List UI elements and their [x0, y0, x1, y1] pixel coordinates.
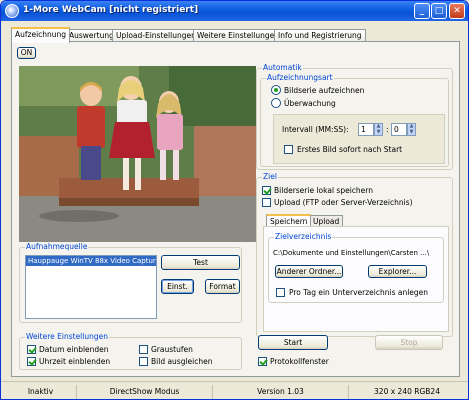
- format-button[interactable]: Format: [205, 279, 240, 294]
- uhrzeit-checkbox[interactable]: [27, 357, 36, 366]
- close-button[interactable]: ✕: [449, 3, 465, 19]
- camera-preview: [19, 66, 256, 242]
- graustufen-label: Graustufen: [151, 345, 193, 354]
- datum-checkbox[interactable]: [27, 345, 36, 354]
- target-path: C:\Dokumente und Einstellungen\Carsten .…: [273, 249, 430, 257]
- bild-ausgleichen-label: Bild ausgleichen: [151, 357, 213, 366]
- automatik-title: Automatik: [262, 63, 303, 73]
- pro-tag-label: Pro Tag ein Unterverzeichnis anlegen: [289, 288, 429, 297]
- device-list[interactable]: Hauppauge WinTV 88x Video Capture: [25, 255, 157, 319]
- source-group-title: Aufnahmequelle: [25, 242, 89, 252]
- bildserie-radio[interactable]: [271, 85, 281, 95]
- protokoll-label: Protokollfenster: [270, 357, 329, 366]
- aufzeichnungsart-title: Aufzeichnungsart: [266, 73, 334, 83]
- spin-down-icon[interactable]: ▼: [375, 129, 382, 136]
- more-settings-group: Weitere Einstellungen Datum einblenden U…: [19, 332, 242, 370]
- zielverzeichnis-title: Zielverzeichnis: [274, 232, 333, 242]
- explorer-button[interactable]: Explorer...: [368, 265, 427, 278]
- test-button[interactable]: Test: [161, 255, 240, 270]
- minimize-button[interactable]: _: [414, 3, 430, 19]
- colon-separator: :: [386, 125, 389, 134]
- erstes-bild-checkbox[interactable]: [284, 145, 293, 154]
- interval-minutes-input[interactable]: 1: [358, 123, 374, 136]
- lokal-checkbox[interactable]: [262, 186, 271, 195]
- seconds-spinner[interactable]: ▲ ▼: [407, 123, 416, 136]
- bild-ausgleichen-checkbox[interactable]: [139, 357, 148, 366]
- tab-speichern[interactable]: Speichern: [266, 214, 312, 226]
- automatik-group: Automatik Aufzeichnungsart Bildserie auf…: [256, 63, 453, 170]
- bildserie-label: Bildserie aufzeichnen: [284, 86, 365, 95]
- tab-aufzeichnung[interactable]: Aufzeichnung: [11, 27, 71, 43]
- speichern-panel: Zielverzeichnis C:\Dokumente und Einstel…: [263, 226, 449, 332]
- aufzeichnungsart-group: Aufzeichnungsart Bildserie aufzeichnen Ü…: [260, 73, 449, 167]
- ueberwachung-label: Überwachung: [284, 99, 336, 108]
- upload-checkbox[interactable]: [262, 198, 271, 207]
- intervall-label: Intervall (MM:SS):: [282, 125, 349, 134]
- stop-button[interactable]: Stop: [375, 335, 443, 350]
- source-group: Aufnahmequelle Hauppauge WinTV 88x Video…: [19, 242, 242, 323]
- device-list-item[interactable]: Hauppauge WinTV 88x Video Capture: [26, 256, 156, 266]
- window-title: 1-More WebCam [nicht registriert]: [23, 5, 199, 15]
- anderer-ordner-button[interactable]: Anderer Ordner...: [275, 265, 343, 278]
- graustufen-checkbox[interactable]: [139, 345, 148, 354]
- intervall-box: Intervall (MM:SS): 1 ▲ ▼ : 0 ▲ ▼ Erstes Bi…: [273, 114, 445, 164]
- lokal-label: Bilderserie lokal speichern: [274, 186, 373, 195]
- status-state: Inaktiv: [5, 385, 77, 399]
- status-version: Version 1.03: [213, 385, 349, 399]
- status-mode: DirectShow Modus: [77, 385, 213, 399]
- uhrzeit-label: Uhrzeit einblenden: [39, 357, 111, 366]
- erstes-bild-label: Erstes Bild sofort nach Start: [297, 145, 403, 154]
- zielverzeichnis-group: Zielverzeichnis C:\Dokumente und Einstel…: [268, 232, 444, 303]
- tab-panel: ON Aufnahmequelle Hauppauge WinTV 88x Vi…: [11, 41, 460, 377]
- ziel-title: Ziel: [262, 172, 278, 182]
- ueberwachung-radio[interactable]: [271, 98, 281, 108]
- webcam-app-icon: [5, 4, 19, 18]
- ziel-group: Ziel Bilderserie lokal speichern Upload …: [256, 172, 453, 337]
- main-window: 1-More WebCam [nicht registriert] _ □ ✕ …: [0, 0, 469, 400]
- maximize-button[interactable]: □: [431, 3, 447, 19]
- status-resolution: 320 x 240 RGB24: [374, 387, 440, 396]
- preview-image: [19, 66, 256, 242]
- datum-label: Datum einblenden: [39, 345, 109, 354]
- protokoll-checkbox[interactable]: [258, 357, 267, 366]
- more-settings-title: Weitere Einstellungen: [25, 332, 109, 342]
- einst-button[interactable]: Einst.: [161, 279, 194, 294]
- spin-down-icon[interactable]: ▼: [408, 129, 415, 136]
- status-bar: Inaktiv DirectShow Modus Version 1.03 32…: [1, 381, 468, 399]
- interval-seconds-input[interactable]: 0: [391, 123, 407, 136]
- upload-label: Upload (FTP oder Server-Verzeichnis): [274, 198, 413, 207]
- on-button[interactable]: ON: [17, 47, 36, 59]
- minutes-spinner[interactable]: ▲ ▼: [374, 123, 383, 136]
- pro-tag-checkbox[interactable]: [276, 288, 285, 297]
- title-bar[interactable]: 1-More WebCam [nicht registriert] _ □ ✕: [1, 1, 468, 21]
- start-button[interactable]: Start: [258, 335, 328, 350]
